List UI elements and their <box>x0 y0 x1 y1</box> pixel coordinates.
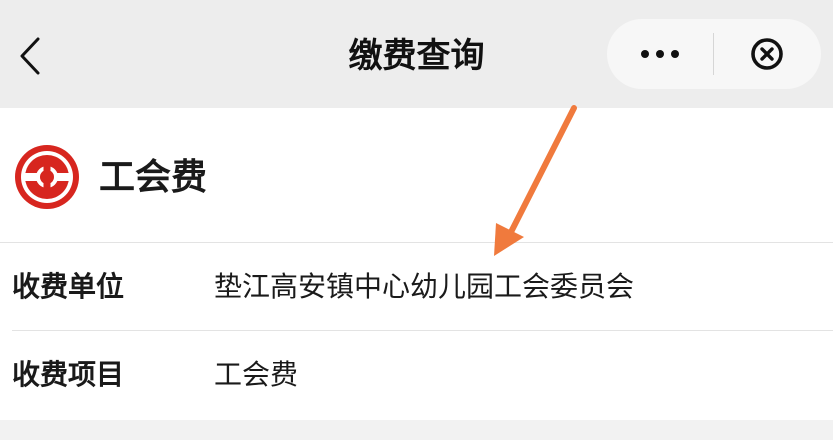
navigation-bar: 缴费查询 <box>0 0 833 108</box>
item-value: 工会费 <box>214 358 299 391</box>
info-row-item: 收费项目 工会费 <box>0 331 833 419</box>
info-row-payee: 收费单位 垫江高安镇中心幼儿园工会委员会 <box>0 243 833 331</box>
close-button[interactable] <box>714 19 820 89</box>
payee-value: 垫江高安镇中心幼儿园工会委员会 <box>214 270 635 303</box>
fee-title: 工会费 <box>99 157 208 198</box>
circle-close-icon <box>751 38 783 70</box>
trade-union-logo-icon <box>15 145 79 209</box>
more-button[interactable] <box>607 19 713 89</box>
mini-program-capsule <box>607 19 821 89</box>
fee-header: 工会费 <box>0 108 833 243</box>
fee-detail-card: 工会费 收费单位 垫江高安镇中心幼儿园工会委员会 收费项目 工会费 <box>0 108 833 420</box>
more-dots-icon <box>641 50 679 58</box>
payee-label: 收费单位 <box>12 270 125 303</box>
item-label: 收费项目 <box>12 358 125 391</box>
